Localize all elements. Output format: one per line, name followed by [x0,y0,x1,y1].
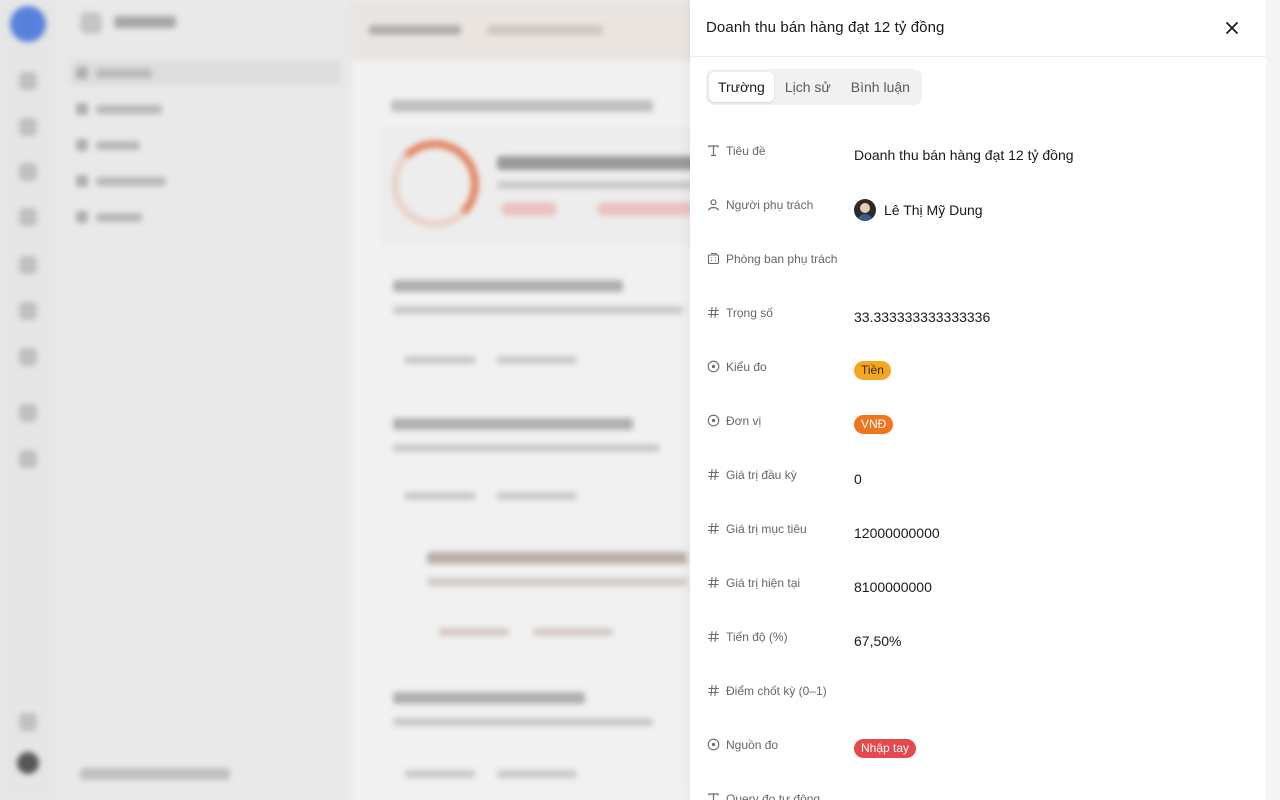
field-label: Trọng số [726,306,773,320]
field-department: Phòng ban phụ trách [690,236,1266,290]
panel-tabs: Trường Lịch sử Bình luận [706,69,922,105]
field-weight: Trọng số 33.333333333333336 [690,290,1266,344]
field-label: Người phụ trách [726,198,814,212]
select-circle-icon [706,359,720,373]
measure-source-badge[interactable]: Nhập tay [854,739,917,758]
field-label: Phòng ban phụ trách [726,252,838,266]
detail-panel: Doanh thu bán hàng đạt 12 tỷ đồng Trường… [690,0,1266,800]
tab-comments[interactable]: Bình luận [842,72,919,102]
field-label: Giá trị hiện tại [726,576,801,590]
text-type-icon [706,791,720,800]
field-label: Giá trị mục tiêu [726,522,807,536]
field-current-value-value[interactable]: 8100000000 [854,579,932,595]
building-icon [706,251,720,265]
field-label: Kiểu đo [726,360,767,374]
measure-type-badge[interactable]: Tiền [854,361,891,380]
hash-icon [706,305,720,319]
field-label: Giá trị đầu kỳ [726,468,797,482]
field-start-value-value[interactable]: 0 [854,471,862,487]
field-progress: Tiến độ (%) 67,50% [690,614,1266,668]
select-circle-icon [706,413,720,427]
field-progress-value[interactable]: 67,50% [854,633,901,649]
field-label: Điểm chốt kỳ (0–1) [726,684,827,698]
panel-title: Doanh thu bán hàng đạt 12 tỷ đồng [706,19,945,36]
hash-icon [706,629,720,643]
text-type-icon [706,143,720,157]
hash-icon [706,467,720,481]
scrollbar-track[interactable] [1266,0,1280,800]
field-target-value-value[interactable]: 12000000000 [854,525,940,541]
panel-header: Doanh thu bán hàng đạt 12 tỷ đồng [690,0,1266,57]
close-icon [1226,22,1238,34]
close-button[interactable] [1221,17,1243,39]
field-weight-value[interactable]: 33.333333333333336 [854,309,990,325]
avatar [854,199,876,221]
hash-icon [706,683,720,697]
owner-value[interactable]: Lê Thị Mỹ Dung [854,199,983,221]
field-label: Tiêu đề [726,144,766,158]
select-circle-icon [706,737,720,751]
field-measure-type: Kiểu đo Tiền [690,344,1266,398]
field-target-value: Giá trị mục tiêu 12000000000 [690,506,1266,560]
unit-badge[interactable]: VNĐ [854,415,894,434]
field-title: Tiêu đề Doanh thu bán hàng đạt 12 tỷ đồn… [690,128,1266,182]
field-title-value[interactable]: Doanh thu bán hàng đạt 12 tỷ đồng [854,147,1074,163]
owner-name: Lê Thị Mỹ Dung [884,202,983,218]
field-period-score: Điểm chốt kỳ (0–1) [690,668,1266,722]
field-auto-query: Query đo tự động [690,776,1266,800]
field-owner: Người phụ trách Lê Thị Mỹ Dung [690,182,1266,236]
field-label: Tiến độ (%) [726,630,788,644]
field-list: Tiêu đề Doanh thu bán hàng đạt 12 tỷ đồn… [690,128,1266,800]
field-start-value: Giá trị đầu kỳ 0 [690,452,1266,506]
tab-fields[interactable]: Trường [709,72,774,102]
user-icon [706,197,720,211]
tab-history[interactable]: Lịch sử [776,72,840,102]
field-unit: Đơn vị VNĐ [690,398,1266,452]
hash-icon [706,521,720,535]
field-label: Nguồn đo [726,738,779,752]
field-label: Đơn vị [726,414,762,428]
field-label: Query đo tự động [726,792,821,800]
field-current-value: Giá trị hiện tại 8100000000 [690,560,1266,614]
field-measure-source: Nguồn đo Nhập tay [690,722,1266,776]
hash-icon [706,575,720,589]
